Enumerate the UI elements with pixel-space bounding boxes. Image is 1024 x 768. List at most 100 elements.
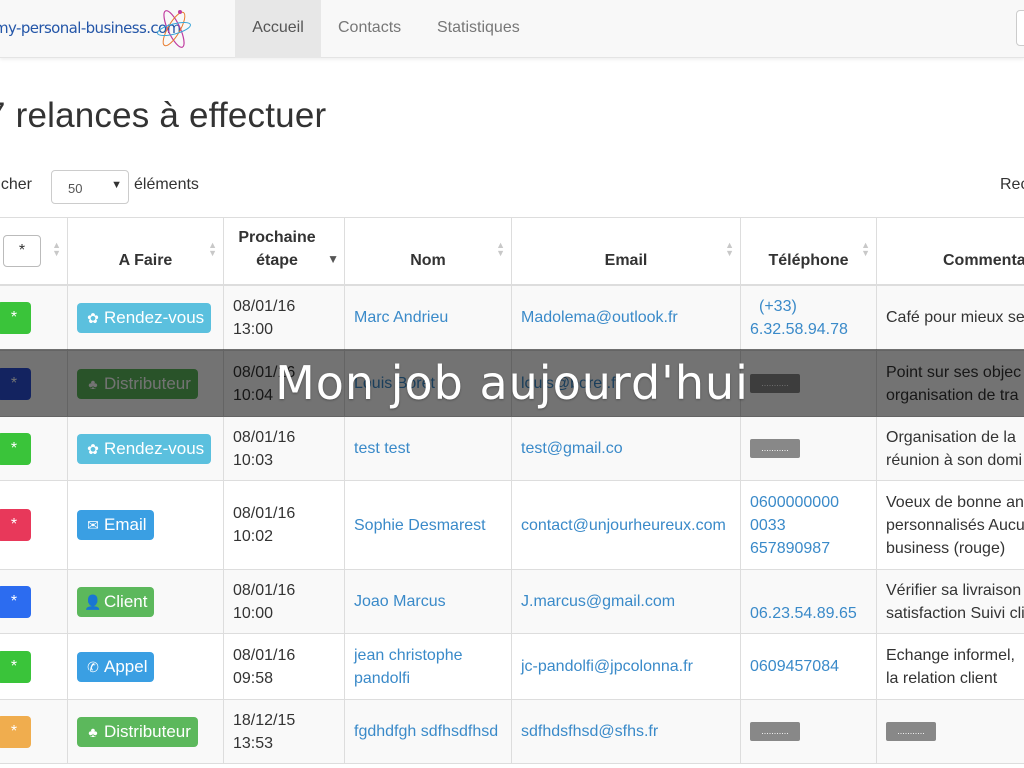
action-label[interactable]: ✆ Appel <box>77 651 155 682</box>
page-length-value: 50 <box>68 181 83 196</box>
empty-value-badge: ........... <box>750 439 800 459</box>
phone-number-line[interactable] <box>750 579 867 602</box>
column-header-todo[interactable]: A Faire ▲ ▼ <box>67 217 224 286</box>
comment-cell: Vérifier sa livraison satisfaction Suivi … <box>876 569 1024 634</box>
contact-name-link[interactable]: Louis Boret <box>354 375 435 392</box>
comment-cell: Organisation de la réunion à son domi <box>876 416 1024 481</box>
action-label-text: Appel <box>104 656 148 676</box>
comment-cell: Point sur ses objec organisation de tra <box>876 350 1024 417</box>
action-label[interactable]: ♣ Distributeur <box>77 716 198 747</box>
todo-cell: 👤 Client <box>67 569 224 634</box>
priority-badge[interactable]: * <box>0 715 31 748</box>
comment-line: Point sur ses objec <box>886 363 1022 381</box>
action-label[interactable]: ✉ Email <box>77 510 154 540</box>
search-label: Rechercher <box>1000 176 1024 193</box>
column-header-label: Nom <box>410 251 446 269</box>
phone-number-line[interactable]: (+33) <box>750 295 867 318</box>
contact-name-link[interactable]: jean christophe pandolfi <box>354 647 463 687</box>
column-header-email[interactable]: Email ▲ ▼ <box>511 217 741 286</box>
phone-cell: ........... <box>740 416 877 481</box>
next-step-time: 10:00 <box>233 604 274 622</box>
comment-cell: Echange informel, la relation client <box>876 633 1024 700</box>
action-label-text: Rendez-vous <box>104 307 205 327</box>
next-step-time: 13:00 <box>233 320 274 338</box>
priority-badge[interactable]: * <box>0 301 31 334</box>
todo-cell: ✉ Email <box>67 480 224 570</box>
contact-email-link[interactable]: Madolema@outlook.fr <box>521 309 678 326</box>
contact-email-link[interactable]: J.marcus@gmail.com <box>521 593 675 610</box>
column-header-phone[interactable]: Téléphone ▲ ▼ <box>740 217 877 286</box>
phone-number-line[interactable]: 0609457084 <box>750 655 867 678</box>
app-page: my-personal-business.com Accueil Contact… <box>0 0 1024 768</box>
action-label[interactable]: ♣ Distributeur <box>77 368 198 399</box>
phone-cell: (+33) 6.32.58.94.78 <box>740 284 877 351</box>
contact-name-link[interactable]: Joao Marcus <box>354 593 446 610</box>
table-row[interactable]: * ✿ Rendez-vous 08/01/16 13:00 Marc Andrieu Ma… <box>0 284 1024 351</box>
action-label-text: Rendez-vous <box>104 438 205 458</box>
phone-number-line[interactable]: 0033 <box>750 514 867 537</box>
table-row[interactable]: * ✉ Email 08/01/16 10:02 Sophie Desmarest cont… <box>0 480 1024 570</box>
contact-email-link[interactable]: louis@boret.fr <box>521 375 621 392</box>
top-navbar: my-personal-business.com Accueil Contact… <box>0 0 1024 58</box>
priority-badge[interactable]: * <box>0 509 31 541</box>
action-label[interactable]: 👤 Client <box>77 586 155 617</box>
action-label[interactable]: ✿ Rendez-vous <box>77 433 212 464</box>
column-header-comment[interactable]: Commentaire <box>876 217 1024 286</box>
contact-name-link[interactable]: Marc Andrieu <box>354 309 448 326</box>
next-step-time: 13:53 <box>233 734 274 752</box>
priority-badge[interactable]: * <box>0 432 31 465</box>
action-label-text: Email <box>104 515 147 534</box>
contact-name-link[interactable]: Sophie Desmarest <box>354 517 486 534</box>
comment-line: personnalisés Aucu <box>886 516 1024 534</box>
phone-number-line[interactable]: 06.23.54.89.65 <box>750 602 867 625</box>
phone-cell: 0609457084 <box>740 633 877 700</box>
priority-cell: * <box>0 699 68 764</box>
contact-email-link[interactable]: test@gmail.co <box>521 440 623 457</box>
action-label[interactable]: ✿ Rendez-vous <box>77 302 212 333</box>
priority-cell: * <box>0 633 68 700</box>
reminders-table: * ▲ ▼ A Faire ▲ ▼ Prochaine étape ▼ Nom ▲ ▼ Em… <box>0 217 1024 764</box>
contact-email-link[interactable]: sdfhdsfhsd@sfhs.fr <box>521 723 658 740</box>
comment-cell: ........... <box>876 699 1024 764</box>
contact-name-link[interactable]: test test <box>354 440 410 457</box>
next-step-cell: 08/01/16 13:00 <box>223 284 345 351</box>
priority-badge[interactable]: * <box>0 650 31 683</box>
phone-number-line[interactable]: 657890987 <box>750 537 867 560</box>
nav-statistiques[interactable]: Statistiques <box>437 0 520 58</box>
sitemap-icon: ♣ <box>88 723 98 740</box>
next-step-time: 10:04 <box>233 386 274 404</box>
table-row[interactable]: * 👤 Client 08/01/16 10:00 Joao Marcus J.marcus… <box>0 569 1024 634</box>
nav-accueil[interactable]: Accueil <box>235 0 321 58</box>
name-cell: Marc Andrieu <box>344 284 512 351</box>
column-header-priority[interactable]: * ▲ ▼ <box>0 217 68 286</box>
column-header-label: Téléphone <box>768 251 849 269</box>
page-length-select[interactable]: 50 ▼ <box>51 170 129 204</box>
page-length-suffix: éléments <box>134 176 199 193</box>
column-header-next-step[interactable]: Prochaine étape ▼ <box>223 217 345 286</box>
page-length-prefix: Afficher <box>0 176 32 193</box>
contact-email-link[interactable]: jc-pandolfi@jpcolonna.fr <box>521 658 693 675</box>
table-row[interactable]: * ♣ Distributeur 18/12/15 13:53 fgdhdfgh sdfh… <box>0 699 1024 764</box>
next-step-cell: 08/01/16 10:02 <box>223 480 345 570</box>
name-cell: fgdhdfgh sdfhsdfhsd <box>344 699 512 764</box>
comment-line: Vérifier sa livraison <box>886 581 1022 599</box>
contact-name-link[interactable]: fgdhdfgh sdfhsdfhsd <box>354 723 498 740</box>
table-row[interactable]: * ♣ Distributeur 08/01/16 10:04 Louis Boret lo… <box>0 350 1024 417</box>
navbar-user-button[interactable] <box>1016 10 1024 46</box>
contact-email-link[interactable]: contact@unjourheureux.com <box>521 517 726 534</box>
priority-badge[interactable]: * <box>0 585 31 618</box>
phone-number-line[interactable]: 0600000000 <box>750 491 867 514</box>
next-step-cell: 08/01/16 10:03 <box>223 416 345 481</box>
next-step-cell: 18/12/15 13:53 <box>223 699 345 764</box>
phone-cell: 0600000000 0033 657890987 <box>740 480 877 570</box>
page-title: 7 relances à effectuer <box>0 96 327 135</box>
sort-icon: ▲ ▼ <box>52 240 61 258</box>
column-header-name[interactable]: Nom ▲ ▼ <box>344 217 512 286</box>
table-row[interactable]: * ✿ Rendez-vous 08/01/16 10:03 test test test@… <box>0 416 1024 481</box>
brand-logo[interactable]: my-personal-business.com <box>0 6 226 52</box>
table-row[interactable]: * ✆ Appel 08/01/16 09:58 jean christophe pand… <box>0 633 1024 700</box>
phone-number-line[interactable]: 6.32.58.94.78 <box>750 318 867 341</box>
priority-badge[interactable]: * <box>0 367 31 400</box>
priority-filter-button[interactable]: * <box>3 234 41 267</box>
nav-contacts[interactable]: Contacts <box>338 0 401 58</box>
